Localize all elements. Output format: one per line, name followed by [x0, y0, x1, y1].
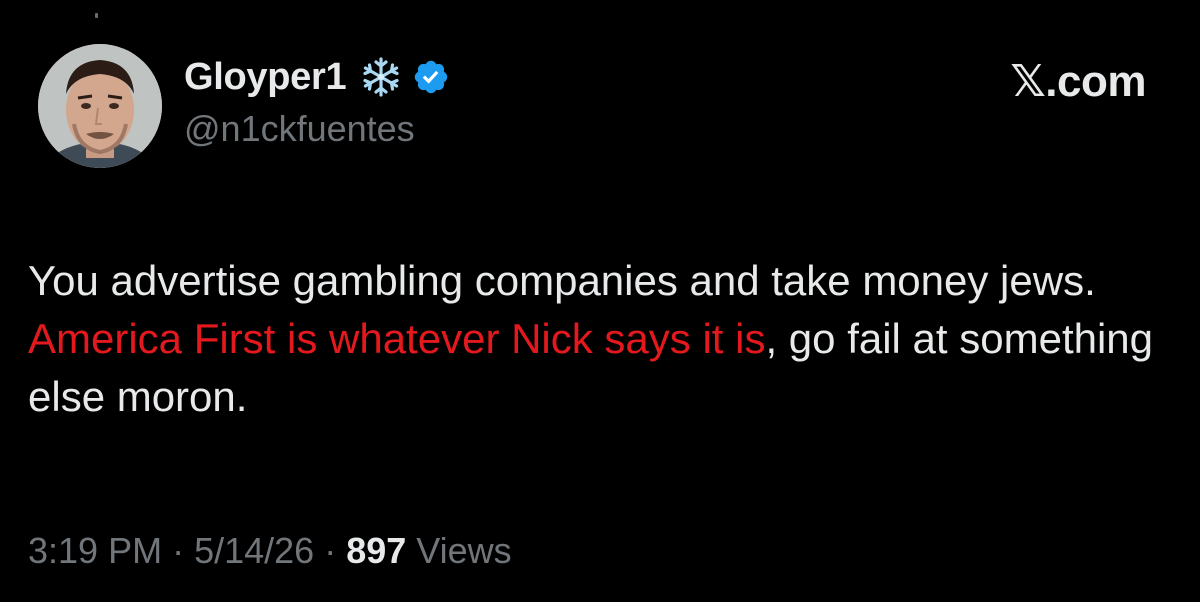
site-label: 𝕏.com — [1010, 57, 1146, 106]
author-handle[interactable]: @n1ckfuentes — [184, 108, 450, 150]
meta-separator: · — [314, 530, 347, 571]
meta-separator: · — [162, 530, 195, 571]
tweet-date[interactable]: 5/14/26 — [194, 530, 314, 571]
display-name[interactable]: Gloyper1 — [184, 56, 347, 99]
name-row: Gloyper1 — [184, 52, 450, 102]
tweet-time[interactable]: 3:19 PM — [28, 530, 162, 571]
views-count[interactable]: 897 — [346, 530, 406, 571]
tweet-text-part1: You advertise gambling companies and tak… — [28, 257, 1096, 304]
tweet-text: You advertise gambling companies and tak… — [28, 252, 1168, 426]
tweet-card: Gloyper1 @n1ckfuentes 𝕏.com You advertis… — [0, 0, 1200, 602]
author-header: Gloyper1 @n1ckfuentes — [184, 52, 450, 150]
avatar-image — [38, 44, 162, 168]
avatar[interactable] — [38, 44, 162, 168]
stray-mark — [95, 13, 98, 18]
snowflake-icon — [360, 56, 402, 98]
verified-badge-icon[interactable] — [412, 58, 450, 96]
views-label: Views — [406, 530, 512, 571]
tweet-meta: 3:19 PM · 5/14/26 · 897 Views — [28, 530, 512, 572]
tweet-text-highlight: America First is whatever Nick says it i… — [28, 315, 766, 362]
